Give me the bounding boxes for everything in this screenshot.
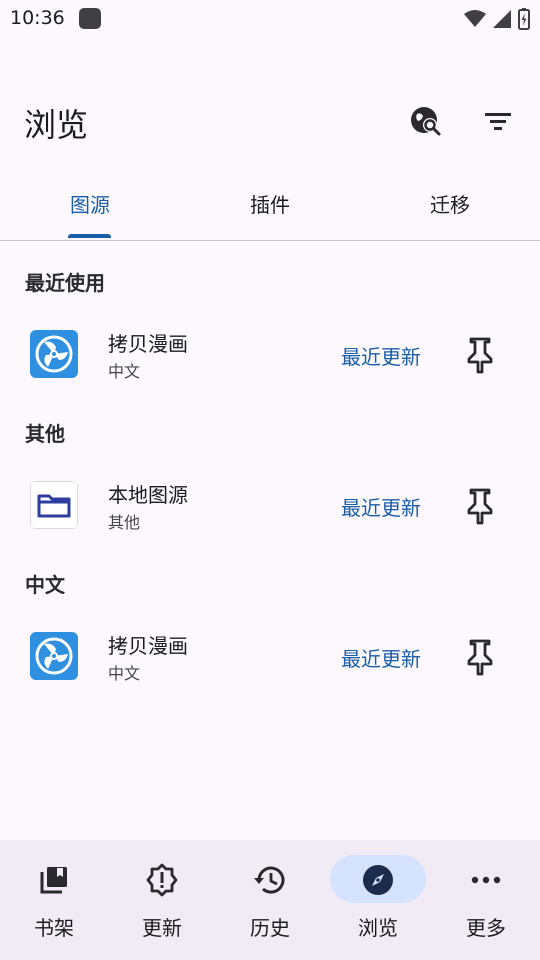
wifi-icon (464, 10, 486, 27)
source-row[interactable]: 拷贝漫画 中文 最近更新 (0, 620, 540, 700)
tab-extensions-label: 插件 (250, 193, 290, 217)
tab-extensions[interactable]: 插件 (180, 178, 360, 238)
history-icon (254, 866, 285, 894)
page-title: 浏览 (24, 106, 89, 144)
top-app-bar: 浏览 (0, 88, 540, 152)
source-name: 拷贝漫画 (108, 332, 188, 356)
section-header-chinese: 中文 (25, 573, 65, 597)
source-language: 中文 (108, 362, 141, 381)
nav-browse[interactable]: 浏览 (324, 840, 432, 960)
tab-indicator (68, 234, 111, 238)
pin-icon[interactable] (464, 336, 496, 374)
nav-more[interactable]: 更多 (432, 840, 540, 960)
source-name: 拷贝漫画 (108, 634, 188, 658)
tab-migrate-label: 迁移 (430, 193, 470, 217)
notification-icon (79, 8, 101, 29)
nav-library[interactable]: 书架 (0, 840, 108, 960)
status-bar: 10:36 (0, 0, 540, 38)
latest-button[interactable]: 最近更新 (341, 643, 421, 672)
nav-updates-label: 更新 (142, 916, 182, 940)
library-icon (40, 867, 67, 894)
latest-button[interactable]: 最近更新 (341, 492, 421, 521)
globe-search-icon (411, 107, 441, 136)
pin-icon[interactable] (464, 487, 496, 525)
browse-compass-icon (363, 865, 393, 895)
more-icon (471, 876, 501, 884)
source-language: 其他 (108, 513, 141, 532)
nav-more-label: 更多 (466, 916, 506, 940)
filter-icon (485, 113, 511, 130)
section-header-recent: 最近使用 (25, 271, 105, 295)
bottom-navigation: 书架 更新 历史 浏览 更多 (0, 840, 540, 960)
filter-button[interactable] (481, 104, 515, 138)
global-search-button[interactable] (409, 104, 443, 138)
source-language: 中文 (108, 664, 141, 683)
nav-browse-label: 浏览 (358, 916, 398, 940)
tab-bar: 图源 插件 迁移 (0, 178, 540, 241)
status-time: 10:36 (10, 7, 65, 29)
status-icons (464, 8, 530, 30)
tab-sources-label: 图源 (70, 193, 110, 217)
signal-icon (493, 10, 511, 28)
battery-icon (518, 8, 530, 30)
folder-icon (30, 481, 78, 529)
tab-sources[interactable]: 图源 (0, 178, 180, 238)
copymanga-icon (30, 330, 78, 378)
section-header-other: 其他 (25, 422, 65, 446)
source-row[interactable]: 拷贝漫画 中文 最近更新 (0, 318, 540, 398)
nav-library-label: 书架 (34, 916, 74, 940)
latest-button[interactable]: 最近更新 (341, 341, 421, 370)
source-row[interactable]: 本地图源 其他 最近更新 (0, 469, 540, 549)
nav-history[interactable]: 历史 (216, 840, 324, 960)
pin-icon[interactable] (464, 638, 496, 676)
source-name: 本地图源 (108, 483, 188, 507)
copymanga-icon (30, 632, 78, 680)
nav-updates[interactable]: 更新 (108, 840, 216, 960)
tab-migrate[interactable]: 迁移 (360, 178, 540, 238)
updates-icon (146, 863, 178, 897)
nav-history-label: 历史 (250, 916, 290, 940)
